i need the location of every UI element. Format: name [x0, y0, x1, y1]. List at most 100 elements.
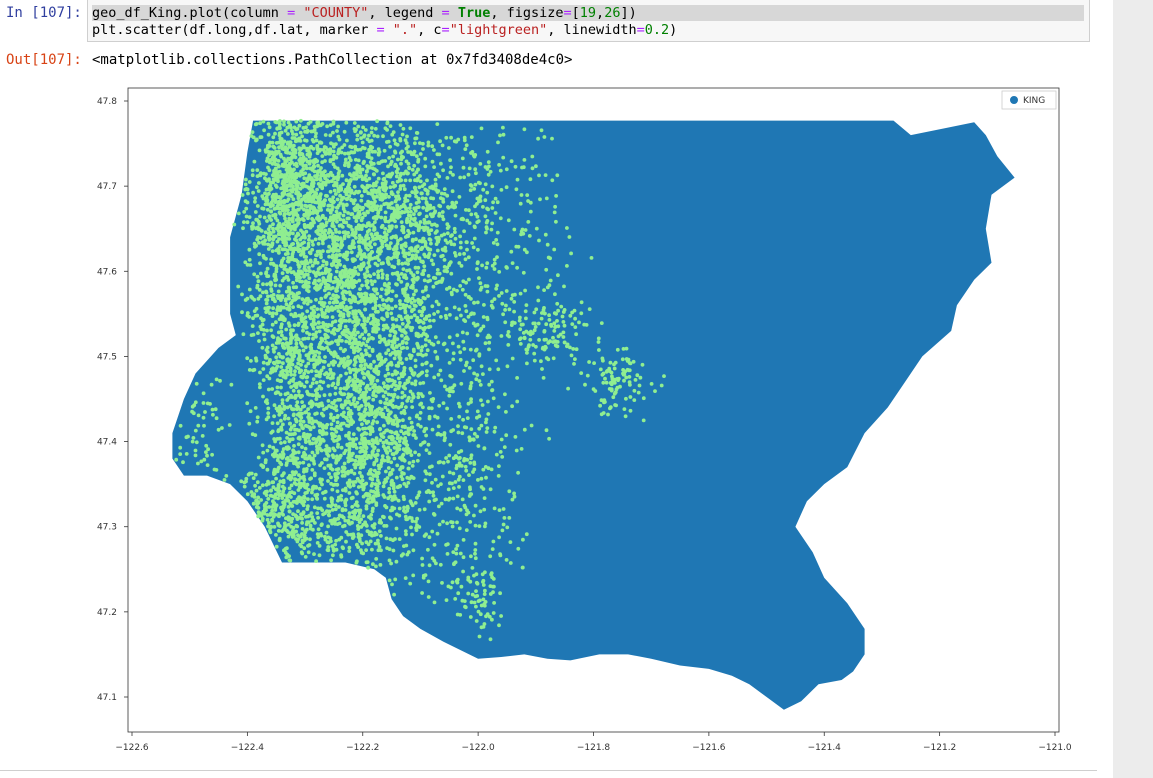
scatter-point — [389, 201, 394, 205]
scatter-point — [362, 414, 367, 418]
scatter-point — [434, 281, 438, 286]
scatter-point — [402, 440, 407, 445]
scatter-point — [277, 360, 282, 364]
scatter-point — [315, 387, 320, 392]
scatter-point — [297, 264, 302, 269]
scatter-point — [312, 200, 317, 205]
scatter-point — [251, 190, 256, 195]
scatter-point — [256, 506, 261, 510]
scatter-point — [417, 416, 422, 421]
scatter-point — [317, 236, 322, 241]
scatter-point — [310, 401, 315, 406]
scatter-point — [303, 138, 307, 143]
scatter-point — [240, 292, 244, 297]
scatter-point — [445, 226, 450, 231]
scatter-point — [315, 216, 319, 221]
scatter-point — [282, 493, 286, 497]
scatter-point — [299, 305, 304, 310]
scatter-point — [299, 363, 303, 367]
scatter-point — [265, 266, 270, 271]
scatter-point — [412, 433, 417, 437]
scatter-point — [352, 510, 357, 515]
scatter-point — [342, 289, 346, 294]
scatter-point — [335, 177, 340, 182]
scatter-point — [348, 368, 353, 373]
scatter-point — [244, 206, 249, 211]
scatter-point — [284, 185, 289, 189]
scatter-point — [369, 232, 374, 237]
scatter-point — [377, 236, 381, 240]
scatter-point — [294, 161, 299, 166]
scatter-point — [271, 306, 275, 311]
scatter-point — [294, 341, 299, 346]
scatter-point — [360, 167, 365, 172]
scatter-point — [426, 255, 431, 260]
scatter-point — [409, 246, 414, 251]
scatter-point — [334, 430, 339, 434]
scatter-point — [252, 367, 257, 372]
scatter-point — [340, 470, 345, 474]
scatter-point — [335, 354, 340, 359]
scatter-point — [277, 489, 282, 493]
scatter-point — [302, 469, 306, 474]
scatter-point — [391, 218, 396, 223]
scatter-point — [252, 272, 257, 277]
scatter-point — [373, 415, 377, 419]
scatter-point — [337, 150, 341, 154]
scatter-point — [280, 278, 285, 283]
scatter-point — [385, 367, 390, 372]
scatter-point — [427, 237, 432, 242]
scatter-point — [356, 300, 361, 305]
scatter-point — [287, 296, 291, 301]
scatter-point — [307, 439, 312, 444]
scatter-point — [343, 151, 347, 156]
scatter-point — [418, 141, 422, 146]
scatter-point — [311, 146, 316, 151]
scatter-point — [340, 173, 345, 178]
scatter-point — [253, 472, 258, 477]
scatter-point — [380, 159, 385, 164]
scatter-point — [303, 410, 308, 415]
scatter-point — [366, 204, 371, 208]
scatter-point — [399, 280, 404, 284]
scatter-point — [387, 228, 392, 233]
scatter-point — [298, 130, 303, 135]
scatter-point — [266, 165, 270, 170]
scatter-point — [362, 458, 367, 463]
scatter-point — [394, 244, 398, 249]
scatter-point — [320, 122, 325, 126]
scatter-point — [312, 127, 317, 132]
scatter-point — [257, 240, 261, 245]
scatter-point — [280, 355, 285, 360]
scatter-point — [360, 422, 364, 427]
scatter-point — [251, 501, 256, 506]
scatter-point — [242, 210, 247, 214]
scatter-point — [346, 310, 351, 315]
scatter-point — [278, 283, 283, 288]
scatter-point — [390, 289, 395, 294]
scatter-point — [315, 253, 319, 258]
scatter-point — [251, 221, 255, 226]
scatter-point — [281, 361, 285, 366]
scatter-point — [371, 397, 376, 402]
scatter-point — [265, 328, 269, 333]
scatter-point — [432, 253, 437, 257]
scatter-point — [384, 397, 389, 401]
scatter-point — [286, 132, 290, 136]
scatter-point — [379, 287, 384, 291]
scrollbar[interactable] — [1113, 0, 1153, 778]
scatter-point — [398, 327, 402, 332]
scatter-point — [314, 380, 319, 385]
scatter-point — [405, 380, 410, 385]
scatter-point — [398, 314, 403, 319]
scatter-point — [322, 359, 327, 364]
scatter-point — [410, 381, 414, 386]
scatter-point — [338, 326, 342, 330]
scatter-point — [329, 296, 333, 301]
scatter-point — [243, 187, 248, 192]
scatter-point — [261, 206, 266, 211]
scatter-point — [433, 182, 438, 187]
scatter-point — [261, 196, 266, 201]
scatter-point — [360, 283, 364, 288]
scatter-point — [258, 385, 262, 390]
